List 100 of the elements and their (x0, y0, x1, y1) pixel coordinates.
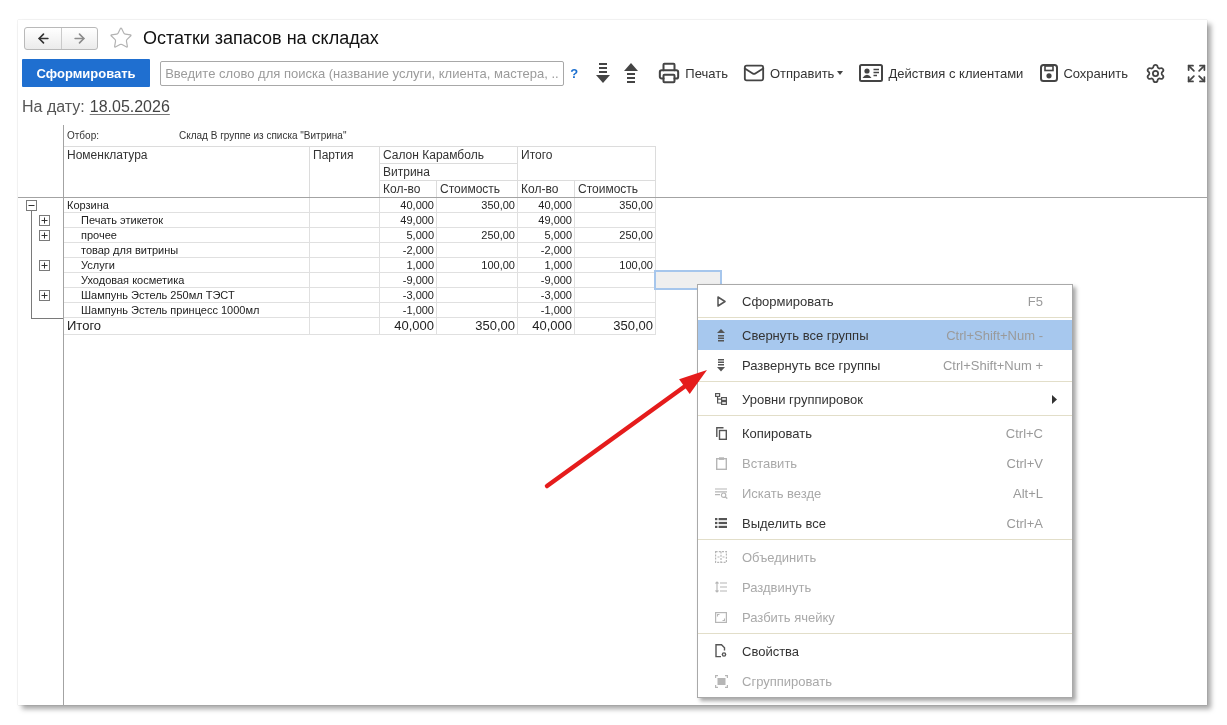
lines-arrow-down-icon (717, 358, 725, 372)
table-cell: -3,000 (518, 288, 575, 303)
save-button[interactable]: Сохранить (1040, 64, 1128, 82)
table-cell: 5,000 (518, 228, 575, 243)
shortcut-label: Ctrl+A (1006, 515, 1043, 531)
lines-arrow-down-icon (596, 62, 611, 84)
arrow-up-lines-icon (717, 328, 725, 342)
date-link[interactable]: 18.05.2026 (89, 98, 170, 116)
table-cell: 40,000 (518, 198, 575, 213)
menu-item[interactable]: Развернуть все группы Ctrl+Shift+Num + (698, 350, 1072, 380)
send-button[interactable]: Отправить (742, 62, 844, 84)
settings-icon (1145, 62, 1166, 84)
column-header: Кол-во (380, 181, 437, 197)
window-title: Остатки запасов на складах (143, 27, 379, 49)
dashed-cells-icon (715, 551, 727, 563)
table-cell: -2,000 (380, 243, 437, 258)
star-icon[interactable] (109, 26, 133, 50)
table-cell: 5,000 (380, 228, 437, 243)
shortcut-label: Ctrl+Shift+Num + (942, 357, 1043, 373)
table-cell: 40,000 (380, 318, 437, 335)
table-cell: 49,000 (380, 213, 437, 228)
table-cell: товар для витрины (64, 243, 310, 258)
column-header: Стоимость (575, 181, 656, 197)
shortcut-label: Ctrl+C (1005, 425, 1043, 441)
table-cell (310, 198, 380, 213)
plus-box-icon[interactable] (39, 215, 50, 226)
contact-card-icon (859, 64, 884, 82)
table-cell (310, 228, 380, 243)
table-cell: 350,00 (437, 198, 518, 213)
fullscreen-icon (1186, 62, 1207, 84)
table-cell: 40,000 (380, 198, 437, 213)
table-cell: Корзина (64, 198, 310, 213)
grouped-squares-icon (714, 674, 728, 688)
plus-box-icon[interactable] (39, 290, 50, 301)
column-group-header: Салон Карамболь (380, 147, 518, 164)
shortcut-label: Ctrl+Shift+Num - (946, 327, 1043, 343)
table-cell: -9,000 (380, 273, 437, 288)
table-cell: Итого (64, 318, 310, 335)
table-cell: -1,000 (380, 303, 437, 318)
table-cell: -3,000 (380, 288, 437, 303)
vertical-arrow-lines-icon (715, 581, 727, 593)
filter-value: Склад В группе из списка "Витрина" (179, 130, 347, 141)
generate-button[interactable]: Сформировать (22, 59, 151, 87)
table-cell: -9,000 (518, 273, 575, 288)
caret-icon (837, 71, 844, 75)
search-field[interactable]: Введите слово для поиска (название услуги, клиента, мастера, ... (160, 60, 565, 86)
plus-box-icon[interactable] (39, 260, 50, 271)
shortcut-label: F5 (1027, 293, 1043, 309)
play-icon (716, 295, 726, 307)
list-icon (715, 518, 727, 528)
shortcut-label: Ctrl+V (1006, 455, 1043, 471)
shortcut-label: Alt+L (1013, 485, 1043, 501)
column-header: Стоимость (437, 181, 518, 197)
table-cell: -2,000 (518, 243, 575, 258)
table-cell: 250,00 (575, 228, 656, 243)
table-cell: Шампунь Эстель 250мл ТЭСТ (64, 288, 310, 303)
table-cell: Печать этикеток (64, 213, 310, 228)
table-cell (310, 273, 380, 288)
collapse-all-button[interactable] (624, 62, 639, 84)
print-button[interactable]: Печать (658, 62, 728, 84)
table-cell: 40,000 (518, 318, 575, 335)
table-cell: 350,00 (437, 318, 518, 335)
mail-icon (742, 62, 765, 84)
minus-box-icon[interactable] (26, 200, 37, 211)
fullscreen-button[interactable] (1186, 62, 1207, 84)
column-header: Номенклатура (64, 147, 310, 197)
tree-icon (715, 393, 727, 405)
menu-item[interactable]: Сформировать F5 (698, 286, 1072, 316)
table-cell (310, 258, 380, 273)
table-cell: Шампунь Эстель принцесс 1000мл (64, 303, 310, 318)
submenu-arrow-icon (1052, 394, 1057, 404)
menu-item[interactable]: Уровни группировок (698, 384, 1072, 414)
settings-button[interactable] (1145, 62, 1166, 84)
table-cell: 1,000 (518, 258, 575, 273)
menu-item[interactable]: Выделить все Ctrl+A (698, 508, 1072, 538)
help-link[interactable]: ? (570, 65, 579, 81)
table-cell (310, 243, 380, 258)
menu-item[interactable]: Свернуть все группы Ctrl+Shift+Num - (698, 320, 1072, 350)
expand-all-button[interactable] (596, 62, 611, 84)
list-search-icon (714, 487, 728, 499)
arrow-right-icon (72, 30, 87, 46)
menu-item[interactable]: Копировать Ctrl+C (698, 418, 1072, 448)
table-cell (310, 213, 380, 228)
table-cell: прочее (64, 228, 310, 243)
column-group-header: Итого (518, 147, 656, 181)
table-cell: 1,000 (380, 258, 437, 273)
table-cell: Уходовая косметика (64, 273, 310, 288)
table-cell (310, 318, 380, 335)
table-cell: 250,00 (437, 228, 518, 243)
column-header: Кол-во (518, 181, 575, 197)
frame-icon (715, 611, 727, 623)
table-cell: 49,000 (518, 213, 575, 228)
table-cell: -1,000 (518, 303, 575, 318)
table-cell: 350,00 (575, 198, 656, 213)
filter-label: Отбор: (67, 130, 100, 141)
plus-box-icon[interactable] (39, 230, 50, 241)
table-cell: Услуги (64, 258, 310, 273)
printer-icon (658, 62, 681, 84)
menu-item[interactable]: Свойства (698, 636, 1072, 666)
clients-button[interactable]: Действия с клиентами (859, 64, 1024, 82)
